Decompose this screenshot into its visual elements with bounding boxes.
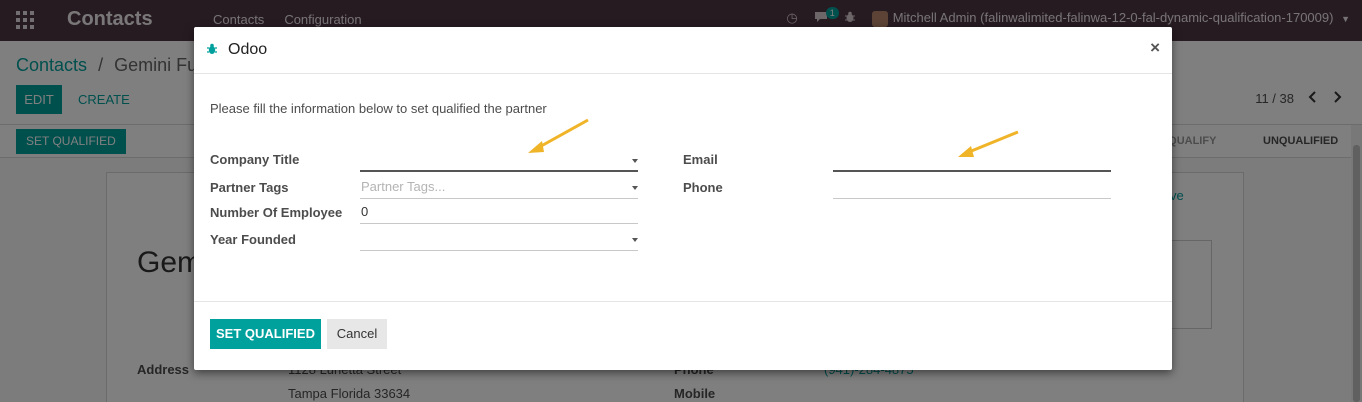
company-title-select[interactable] [360,150,638,172]
year-founded-label: Year Founded [210,232,296,247]
annotation-arrow-icon [958,130,1019,157]
set-qualified-button[interactable]: SET QUALIFIED [210,319,321,349]
company-title-label: Company Title [210,152,300,167]
set-qualified-dialog: Odoo × Please fill the information below… [194,27,1172,370]
number-of-employee-label: Number Of Employee [210,205,343,220]
year-founded-select[interactable] [360,229,638,251]
caret-down-icon [632,238,638,242]
dialog-header: Odoo × [194,27,1172,74]
phone-label: Phone [683,180,723,195]
partner-tags-placeholder: Partner Tags... [361,179,446,194]
cancel-button[interactable]: Cancel [327,319,387,349]
phone-input[interactable] [833,177,1111,199]
partner-tags-input[interactable]: Partner Tags... [360,177,638,199]
email-label: Email [683,152,718,167]
annotation-arrow-icon [528,118,589,153]
caret-down-icon [632,186,638,190]
dialog-title: Odoo [228,41,268,58]
dialog-intro-text: Please fill the information below to set… [210,101,547,116]
close-icon[interactable]: × [1150,38,1160,58]
bug-icon [207,43,217,54]
number-of-employee-input[interactable]: 0 [360,202,638,224]
dialog-footer: SET QUALIFIED Cancel [194,301,1172,370]
partner-tags-label: Partner Tags [210,180,289,195]
caret-down-icon [632,159,638,163]
